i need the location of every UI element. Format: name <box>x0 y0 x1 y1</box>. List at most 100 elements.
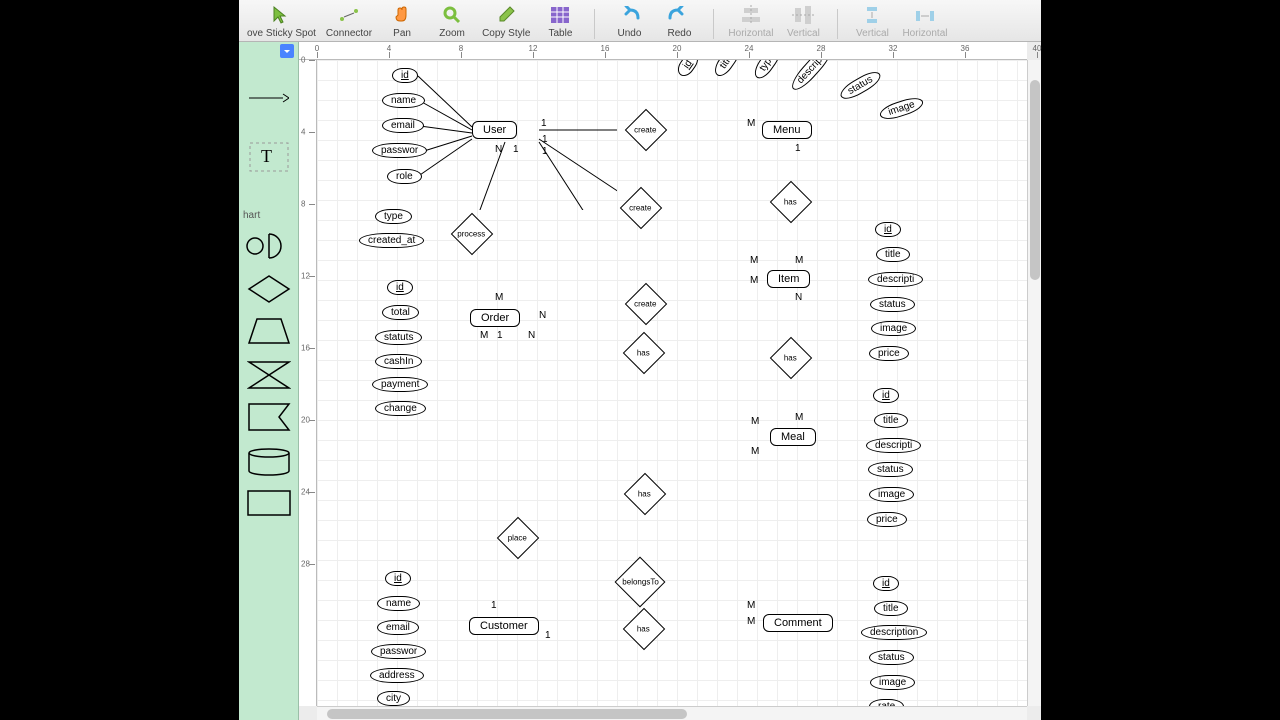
attr-user-email[interactable]: email <box>382 118 424 133</box>
brush-icon <box>494 3 518 27</box>
cardinality: 1 <box>541 118 547 129</box>
attr-customer-id[interactable]: id <box>385 571 411 586</box>
attr-order-id[interactable]: id <box>387 280 413 295</box>
attr-comment-title[interactable]: title <box>874 601 908 616</box>
shape-diamond-icon[interactable] <box>247 274 291 304</box>
cardinality: N <box>539 310 546 321</box>
scrollbar-thumb[interactable] <box>1030 80 1040 280</box>
attr-customer-email[interactable]: email <box>377 620 419 635</box>
svg-text:T: T <box>261 146 272 166</box>
entity-item[interactable]: Item <box>767 270 810 288</box>
entity-user[interactable]: User <box>472 121 517 139</box>
attr-item-description[interactable]: descripti <box>868 272 923 287</box>
workarea: T hart 0481216202428323640 0481216202428 <box>239 42 1041 720</box>
attr-user-password[interactable]: passwor <box>372 143 427 158</box>
attr-meal-price[interactable]: price <box>867 512 907 527</box>
zoom-tool[interactable]: Zoom <box>430 3 474 39</box>
shape-rect-icon[interactable] <box>247 490 291 516</box>
magnifier-icon <box>440 3 464 27</box>
shape-flag-icon[interactable] <box>247 402 291 432</box>
entity-meal[interactable]: Meal <box>770 428 816 446</box>
cardinality: 1 <box>491 600 497 611</box>
cardinality: N <box>528 330 535 341</box>
connector-tool[interactable]: Connector <box>324 3 374 39</box>
attr-customer-address[interactable]: address <box>370 668 424 683</box>
attr-order-change[interactable]: change <box>375 401 426 416</box>
attr-item-title[interactable]: title <box>876 247 910 262</box>
attr-user-role[interactable]: role <box>387 169 422 184</box>
attr-comment-rate[interactable]: rate <box>869 699 904 706</box>
attr-process-type[interactable]: type <box>375 209 412 224</box>
panel-dropdown[interactable] <box>280 44 294 58</box>
align-v-icon <box>791 3 815 27</box>
entity-order[interactable]: Order <box>470 309 520 327</box>
attr-comment-image[interactable]: image <box>870 675 915 690</box>
ruler-vertical: 0481216202428 <box>299 60 317 706</box>
attr-customer-city[interactable]: city <box>377 691 410 706</box>
scrollbar-vertical[interactable] <box>1027 60 1041 706</box>
attr-item-status[interactable]: status <box>870 297 915 312</box>
panel-section-label: hart <box>241 208 296 223</box>
attr-meal-id[interactable]: id <box>873 388 899 403</box>
shape-circle-half-icon[interactable] <box>245 232 293 260</box>
shape-hourglass-icon[interactable] <box>247 360 291 390</box>
entity-comment[interactable]: Comment <box>763 614 833 632</box>
table-icon <box>548 3 572 27</box>
attr-order-total[interactable]: total <box>382 305 419 320</box>
app-window: ove Sticky Spot Connector Pan Zoom Copy … <box>239 0 1041 720</box>
redo-icon <box>667 3 691 27</box>
toolbar: ove Sticky Spot Connector Pan Zoom Copy … <box>239 0 1041 42</box>
cardinality: N <box>795 292 802 303</box>
attr-meal-status[interactable]: status <box>868 462 913 477</box>
redo-button[interactable]: Redo <box>657 3 701 39</box>
undo-icon <box>617 3 641 27</box>
canvas[interactable]: User id name email passwor role Menu id … <box>317 60 1027 706</box>
align-h-icon <box>739 3 763 27</box>
scrollbar-horizontal[interactable] <box>317 706 1027 720</box>
attr-item-price[interactable]: price <box>869 346 909 361</box>
entity-menu[interactable]: Menu <box>762 121 812 139</box>
shape-text-icon[interactable]: T <box>249 142 289 172</box>
attr-customer-name[interactable]: name <box>377 596 420 611</box>
shape-trapezoid-icon[interactable] <box>247 317 291 345</box>
attr-meal-image[interactable]: image <box>869 487 914 502</box>
scrollbar-thumb[interactable] <box>327 709 687 719</box>
shape-arrow-icon[interactable] <box>249 92 289 104</box>
cardinality: M <box>751 446 759 457</box>
attr-user-id[interactable]: id <box>392 68 418 83</box>
table-tool[interactable]: Table <box>538 3 582 39</box>
pan-tool[interactable]: Pan <box>380 3 424 39</box>
undo-button[interactable]: Undo <box>607 3 651 39</box>
attr-item-id[interactable]: id <box>875 222 901 237</box>
cardinality: 1 <box>513 144 519 155</box>
entity-customer[interactable]: Customer <box>469 617 539 635</box>
attr-comment-id[interactable]: id <box>873 576 899 591</box>
cardinality: M <box>480 330 488 341</box>
attr-order-statuts[interactable]: statuts <box>375 330 422 345</box>
cardinality: M <box>795 412 803 423</box>
copy-style-tool[interactable]: Copy Style <box>480 3 532 39</box>
attr-comment-description[interactable]: description <box>861 625 927 640</box>
attr-customer-password[interactable]: passwor <box>371 644 426 659</box>
distribute-vertical-button[interactable]: Vertical <box>850 3 894 39</box>
cardinality: M <box>747 616 755 627</box>
attr-meal-description[interactable]: descripti <box>866 438 921 453</box>
align-horizontal-button[interactable]: Horizontal <box>726 3 775 39</box>
dist-v-icon <box>860 3 884 27</box>
attr-order-payment[interactable]: payment <box>372 377 428 392</box>
cardinality: 1 <box>545 630 551 641</box>
move-sticky-tool[interactable]: ove Sticky Spot <box>245 3 318 39</box>
distribute-horizontal-button[interactable]: Horizontal <box>900 3 949 39</box>
cardinality: 1 <box>542 146 548 157</box>
cardinality: M <box>747 118 755 129</box>
align-vertical-button[interactable]: Vertical <box>781 3 825 39</box>
attr-item-image[interactable]: image <box>871 321 916 336</box>
attr-meal-title[interactable]: title <box>874 413 908 428</box>
attr-process-created[interactable]: created_at <box>359 233 424 248</box>
attr-user-name[interactable]: name <box>382 93 425 108</box>
attr-order-cashin[interactable]: cashIn <box>375 354 422 369</box>
attr-comment-status[interactable]: status <box>869 650 914 665</box>
cursor-icon <box>269 3 293 27</box>
hand-icon <box>390 3 414 27</box>
shape-cylinder-icon[interactable] <box>247 447 291 477</box>
